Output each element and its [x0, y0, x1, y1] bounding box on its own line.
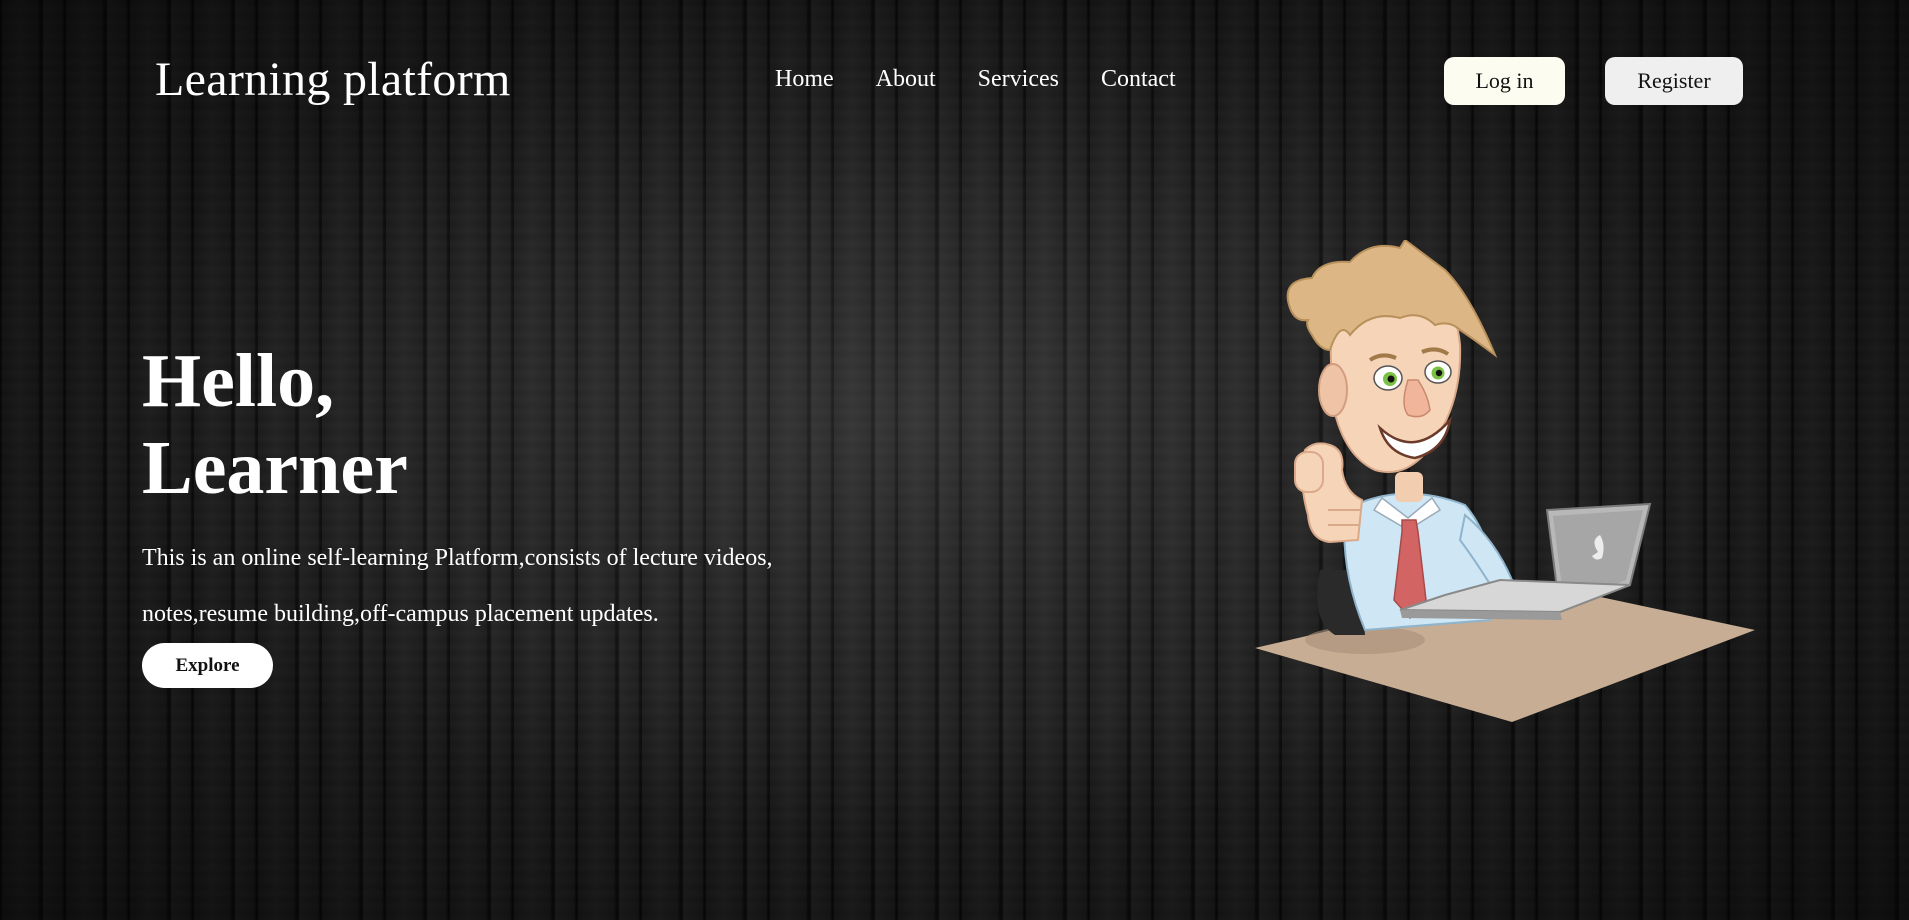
thumb-shape	[1294, 451, 1324, 493]
nav-link-contact[interactable]: Contact	[1101, 66, 1176, 93]
nav-link-services[interactable]: Services	[978, 66, 1059, 93]
explore-button[interactable]: Explore	[142, 643, 273, 688]
pupil-left	[1387, 375, 1395, 383]
main-nav: Home About Services Contact	[775, 66, 1176, 93]
register-button[interactable]: Register	[1605, 57, 1743, 105]
hero-heading-line1: Hello,	[142, 339, 335, 423]
hero-heading-line2: Learner	[142, 426, 408, 510]
landing-page: Learning platform Home About Services Co…	[0, 0, 1909, 920]
hero-description: This is an online self-learning Platform…	[142, 545, 773, 627]
brand-logo-text[interactable]: Learning platform	[155, 52, 511, 107]
login-button[interactable]: Log in	[1444, 57, 1565, 105]
learner-laptop-illustration	[1255, 240, 1755, 722]
nav-link-about[interactable]: About	[876, 66, 936, 93]
nav-link-home[interactable]: Home	[775, 66, 834, 93]
hero-heading: Hello, Learner	[142, 338, 408, 512]
ear-shape	[1318, 363, 1348, 417]
neck-shape	[1395, 472, 1423, 502]
pupil-right	[1435, 369, 1443, 377]
